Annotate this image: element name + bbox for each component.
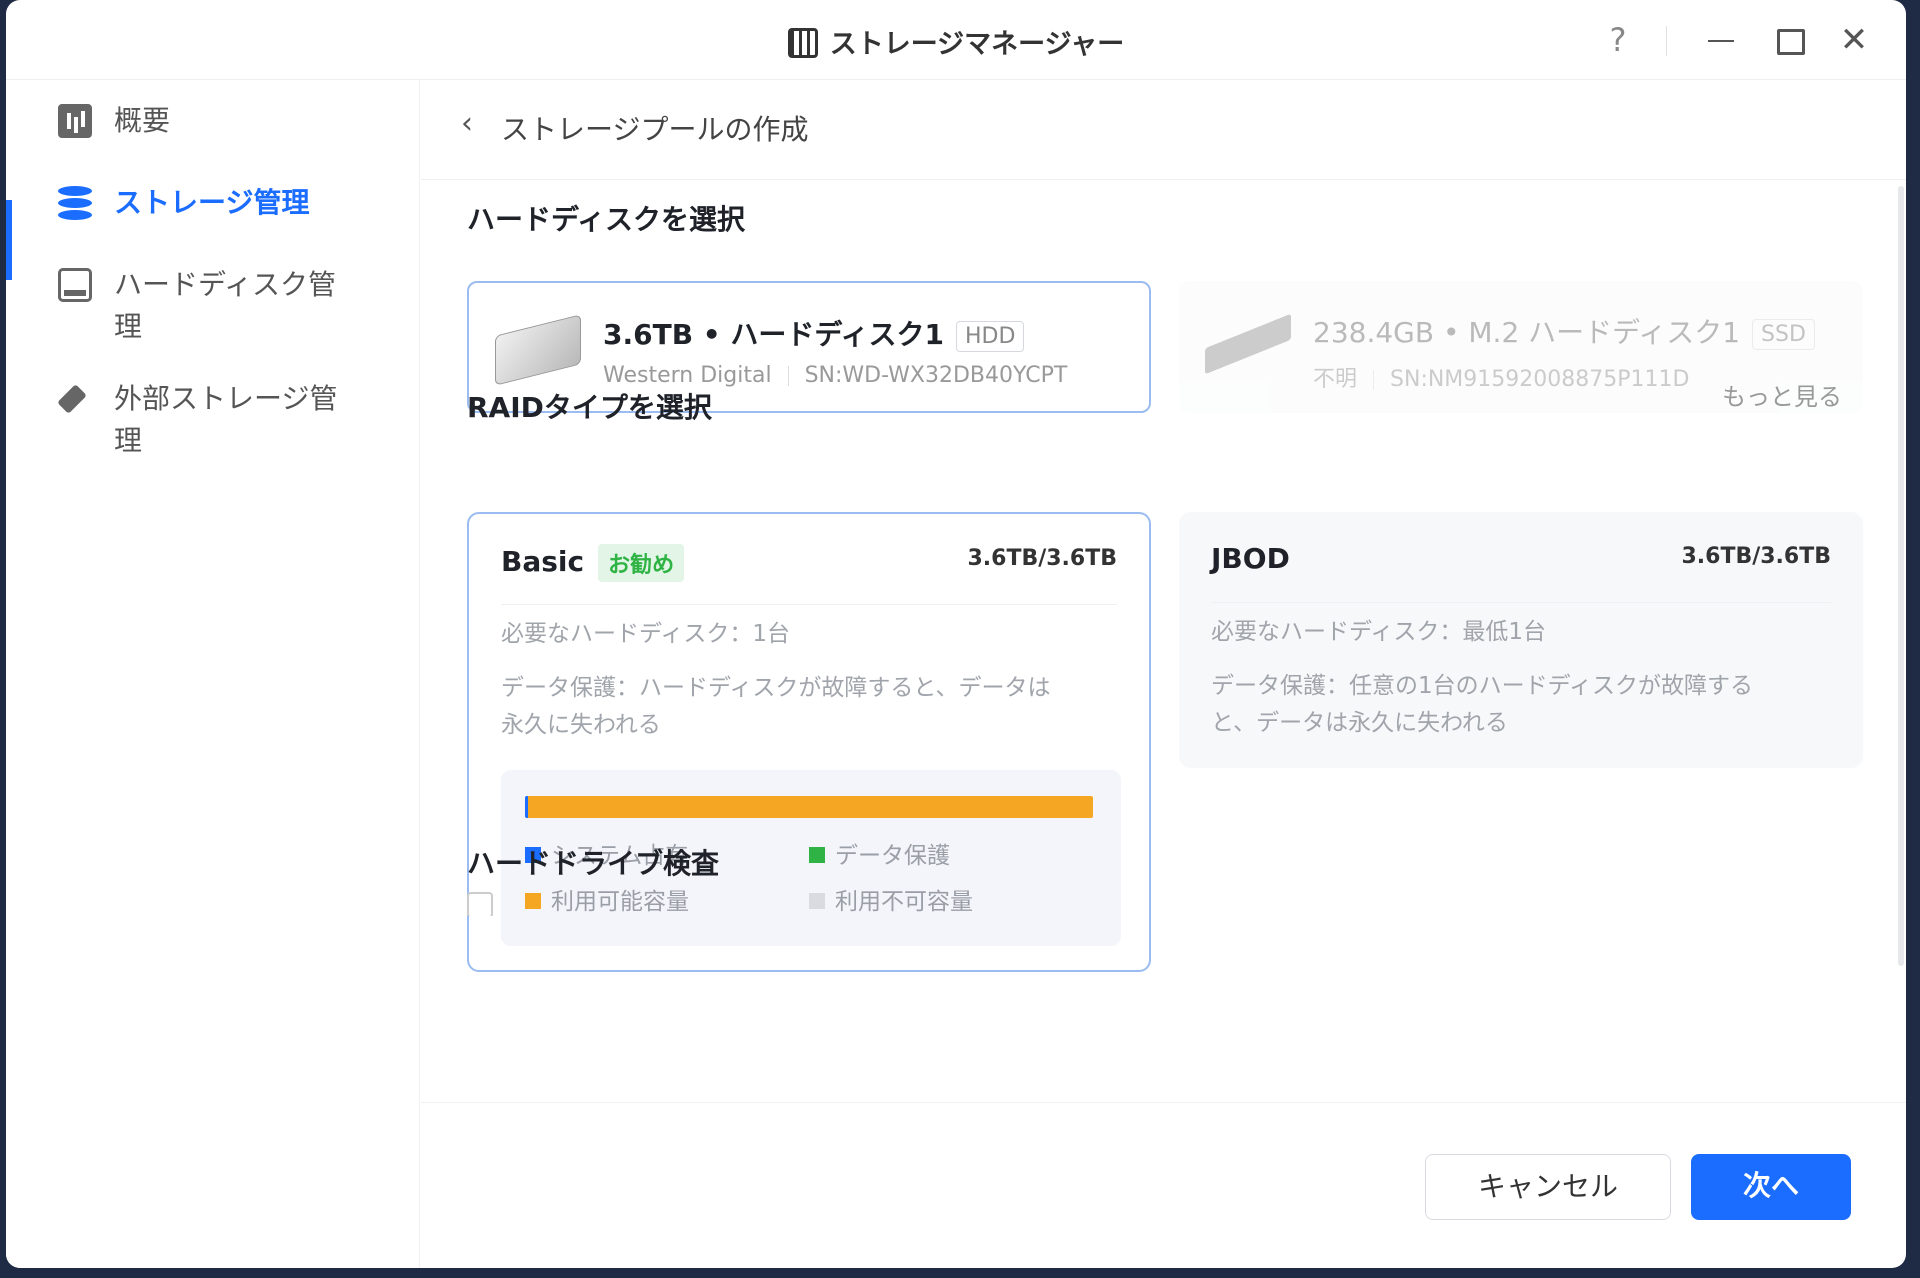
page-title: ストレージプールの作成 <box>501 113 809 146</box>
minimize-button[interactable] <box>1698 18 1742 62</box>
recommended-badge: お勧め <box>598 544 685 582</box>
title-bar: ストレージマネージャー ? ✕ <box>6 0 1906 80</box>
raid-required-disks: 必要なハードディスク：1台 <box>501 621 791 647</box>
disk-serial: SN:NM91592008875P111D <box>1390 367 1690 392</box>
disk-type-badge: SSD <box>1752 318 1815 350</box>
raid-capacity: 3.6TB/3.6TB <box>967 546 1117 571</box>
sidebar-item-overview[interactable]: 概要 <box>58 100 354 142</box>
capacity-bar-available <box>528 796 1093 818</box>
disk-name-text: 238.4GB • M.2 ハードディスク1 <box>1313 316 1741 349</box>
raid-protection-line-2: 永久に失われる <box>501 712 661 738</box>
sidebar-item-label: 外部ストレージ管理 <box>114 382 338 457</box>
drive-check-section-title: ハードドライブ検査 <box>467 847 720 880</box>
disk-vendor: Western Digital <box>603 363 772 388</box>
raid-name: JBOD <box>1211 542 1290 575</box>
disk-serial: SN:WD-WX32DB40YCPT <box>804 363 1068 388</box>
sidebar-item-hard-disk-management[interactable]: ハードディスク管理 <box>58 264 354 348</box>
legend-label: データ保護 <box>835 843 950 869</box>
disk-vendor: 不明 <box>1313 367 1358 392</box>
meta-divider <box>787 366 789 386</box>
drive-check-checkbox[interactable] <box>467 892 493 916</box>
raid-protection-line-1: データ保護：任意の1台のハードディスクが故障する <box>1211 673 1754 699</box>
raid-required-disks: 必要なハードディスク：最低1台 <box>1211 619 1547 645</box>
ssd-icon <box>1205 313 1291 375</box>
next-button[interactable]: 次へ <box>1691 1154 1851 1220</box>
raid-option-jbod[interactable]: JBOD 3.6TB/3.6TB 必要なハードディスク：最低1台 データ保護：任… <box>1179 512 1863 768</box>
more-link[interactable]: もっと見る <box>1722 377 1842 412</box>
sidebar-item-external-storage[interactable]: 外部ストレージ管理 <box>58 378 354 462</box>
raid-protection-line-2: と、データは永久に失われる <box>1211 710 1508 736</box>
main-panel: ‹ ストレージプールの作成 ハードディスクを選択 3.6TB • ハードディスク… <box>421 80 1906 1268</box>
disk-type-badge: HDD <box>955 320 1025 352</box>
legend-swatch-green <box>809 846 825 863</box>
raid-name-text: Basic <box>501 545 585 578</box>
drive-check-option[interactable] <box>467 886 1867 916</box>
page-header: ‹ ストレージプールの作成 <box>421 80 1906 180</box>
sidebar-item-label: 概要 <box>114 104 171 137</box>
disk-meta: 不明 SN:NM91592008875P111D <box>1313 361 1689 393</box>
hdd-icon <box>495 314 581 386</box>
raid-name: Basic お勧め <box>501 544 685 582</box>
overview-icon <box>58 104 92 138</box>
capacity-bar <box>525 796 1093 818</box>
raid-capacity: 3.6TB/3.6TB <box>1681 544 1831 569</box>
storage-manager-app-icon <box>787 27 818 58</box>
disk-name: 238.4GB • M.2 ハードディスク1 SSD <box>1313 311 1815 351</box>
disk-name-text: 3.6TB • ハードディスク1 <box>603 318 944 351</box>
raid-section-title: RAIDタイプを選択 <box>467 391 712 424</box>
close-button[interactable]: ✕ <box>1832 18 1876 62</box>
raid-protection-line-1: データ保護：ハードディスクが故障すると、データは <box>501 675 1051 701</box>
raid-divider <box>1211 602 1831 603</box>
legend-protection: データ保護 <box>809 836 950 870</box>
database-icon <box>58 186 92 220</box>
help-button[interactable]: ? <box>1596 18 1640 62</box>
raid-divider <box>501 604 1117 605</box>
sidebar: 概要 ストレージ管理 ハードディスク管理 外部ストレージ管理 <box>6 80 420 1268</box>
disk-name: 3.6TB • ハードディスク1 HDD <box>603 313 1025 353</box>
disk-meta: Western Digital SN:WD-WX32DB40YCPT <box>603 363 1067 388</box>
footer-divider <box>421 1102 1906 1103</box>
external-drive-icon <box>58 382 92 416</box>
title-bar-divider <box>1666 26 1667 56</box>
cancel-button[interactable]: キャンセル <box>1425 1154 1671 1220</box>
hard-disk-icon <box>58 268 92 302</box>
sidebar-item-storage-management[interactable]: ストレージ管理 <box>58 182 354 224</box>
maximize-button[interactable] <box>1766 18 1810 62</box>
scrollbar[interactable] <box>1898 186 1904 966</box>
storage-manager-window: ストレージマネージャー ? ✕ 概要 ストレージ管理 ハードディスク管理 外部ス… <box>6 0 1906 1268</box>
active-nav-indicator <box>6 200 12 280</box>
app-title-text: ストレージマネージャー <box>829 29 1125 60</box>
sidebar-item-label: ストレージ管理 <box>114 186 310 219</box>
chevron-left-icon[interactable]: ‹ <box>461 109 485 139</box>
sidebar-item-label: ハードディスク管理 <box>114 268 337 343</box>
disk-section-title: ハードディスクを選択 <box>467 203 746 236</box>
meta-divider <box>1373 370 1375 390</box>
